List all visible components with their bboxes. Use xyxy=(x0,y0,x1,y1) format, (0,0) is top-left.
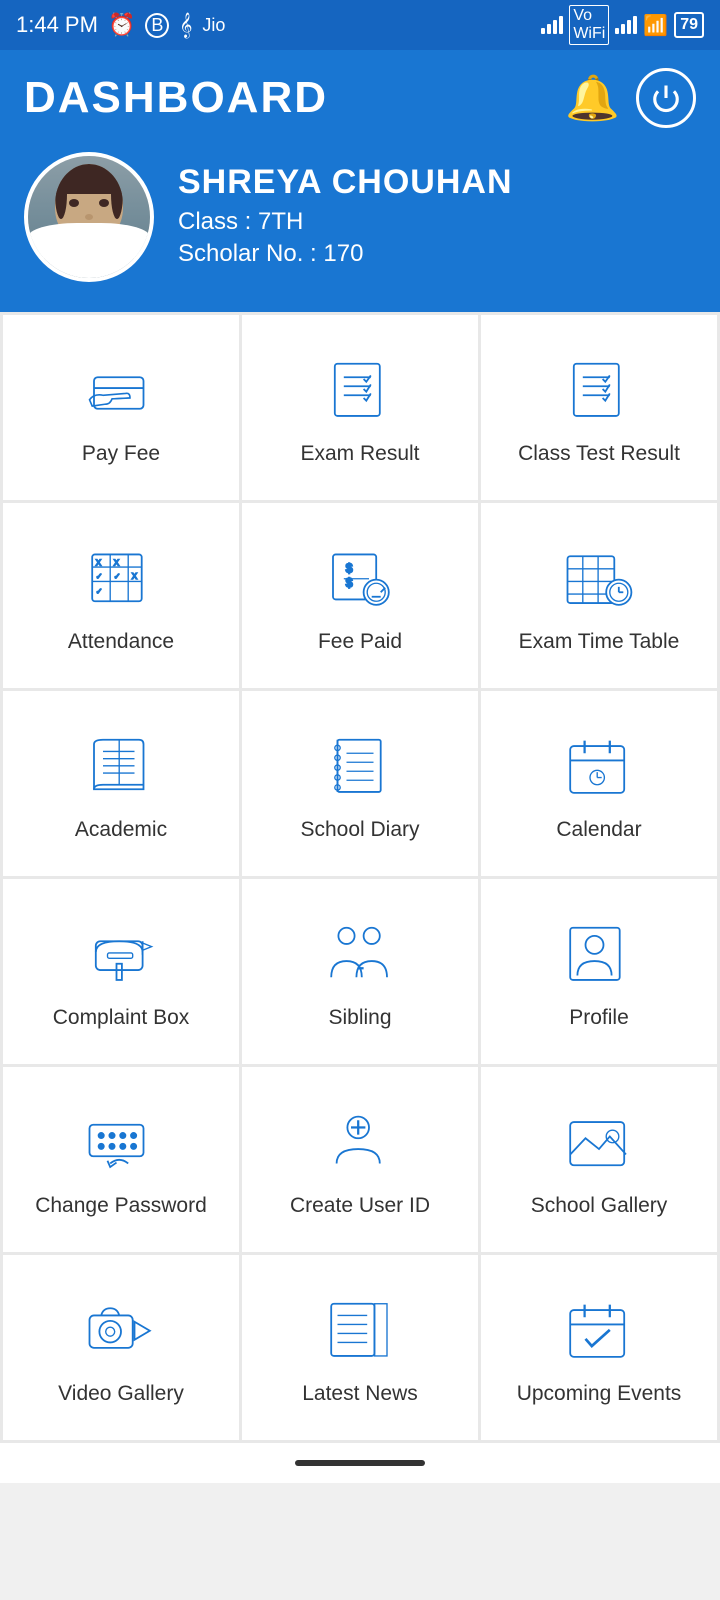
profile-info: SHREYA CHOUHAN Class : 7TH Scholar No. :… xyxy=(178,163,513,272)
pay-fee-icon xyxy=(81,354,161,424)
header-top: DASHBOARD 🔔 xyxy=(24,68,696,128)
upcoming-events-icon xyxy=(559,1294,639,1364)
school-diary-label: School Diary xyxy=(300,816,419,843)
svg-text:$: $ xyxy=(346,562,353,576)
change-password-icon xyxy=(81,1106,161,1176)
attendance-label: Attendance xyxy=(68,628,174,655)
notification-bell-icon[interactable]: 🔔 xyxy=(565,72,620,124)
grid-item-school-gallery[interactable]: School Gallery xyxy=(481,1067,717,1252)
svg-text:✓: ✓ xyxy=(114,572,121,581)
calendar-icon xyxy=(559,730,639,800)
grid-item-complaint-box[interactable]: Complaint Box xyxy=(3,879,239,1064)
dashboard-grid: Pay Fee Exam Result xyxy=(0,312,720,1443)
svg-text:✓: ✓ xyxy=(96,572,103,581)
grid-item-change-password[interactable]: Change Password xyxy=(3,1067,239,1252)
music-icon: 𝄞 xyxy=(179,12,192,38)
create-user-id-icon xyxy=(320,1106,400,1176)
status-left: 1:44 PM ⏰ B 𝄞 Jio xyxy=(16,12,225,38)
profile-scholar: Scholar No. : 170 xyxy=(178,240,513,268)
academic-icon xyxy=(81,730,161,800)
class-test-result-label: Class Test Result xyxy=(518,440,680,467)
avatar xyxy=(24,152,154,282)
profile-class: Class : 7TH xyxy=(178,208,513,236)
grid-item-class-test-result[interactable]: Class Test Result xyxy=(481,315,717,500)
svg-text:$: $ xyxy=(346,576,353,590)
grid-item-fee-paid[interactable]: $ $ Fee Paid xyxy=(242,503,478,688)
time-display: 1:44 PM xyxy=(16,12,98,38)
grid-item-profile[interactable]: Profile xyxy=(481,879,717,1064)
video-gallery-label: Video Gallery xyxy=(58,1380,184,1407)
header: DASHBOARD 🔔 xyxy=(0,50,720,312)
grid-item-create-user-id[interactable]: Create User ID xyxy=(242,1067,478,1252)
latest-news-icon xyxy=(320,1294,400,1364)
dashboard-title: DASHBOARD xyxy=(24,73,328,123)
status-bar: 1:44 PM ⏰ B 𝄞 Jio VoWiFi 📶 79 xyxy=(0,0,720,50)
video-gallery-icon xyxy=(81,1294,161,1364)
school-gallery-label: School Gallery xyxy=(531,1192,668,1219)
create-user-id-label: Create User ID xyxy=(290,1192,430,1219)
complaint-box-icon xyxy=(81,918,161,988)
signal-bars-2 xyxy=(615,16,637,34)
fee-paid-label: Fee Paid xyxy=(318,628,402,655)
header-icons: 🔔 xyxy=(565,68,696,128)
svg-text:X: X xyxy=(114,559,120,568)
fee-paid-icon: $ $ xyxy=(320,542,400,612)
svg-text:X: X xyxy=(96,559,102,568)
grid-item-calendar[interactable]: Calendar xyxy=(481,691,717,876)
power-button[interactable] xyxy=(636,68,696,128)
svg-text:X: X xyxy=(132,572,138,581)
profile-icon xyxy=(559,918,639,988)
calendar-label: Calendar xyxy=(556,816,641,843)
exam-result-label: Exam Result xyxy=(300,440,419,467)
grid-item-school-diary[interactable]: School Diary xyxy=(242,691,478,876)
profile-name: SHREYA CHOUHAN xyxy=(178,163,513,202)
grid-item-pay-fee[interactable]: Pay Fee xyxy=(3,315,239,500)
upcoming-events-label: Upcoming Events xyxy=(517,1380,682,1407)
grid-item-video-gallery[interactable]: Video Gallery xyxy=(3,1255,239,1440)
latest-news-label: Latest News xyxy=(302,1380,418,1407)
profile-section: SHREYA CHOUHAN Class : 7TH Scholar No. :… xyxy=(24,152,696,282)
school-diary-icon xyxy=(320,730,400,800)
grid-item-exam-time-table[interactable]: Exam Time Table xyxy=(481,503,717,688)
home-indicator xyxy=(295,1460,425,1466)
signal-bars xyxy=(541,16,563,34)
bottom-bar xyxy=(0,1443,720,1483)
profile-label: Profile xyxy=(569,1004,629,1031)
sibling-icon xyxy=(320,918,400,988)
grid-item-sibling[interactable]: Sibling xyxy=(242,879,478,1064)
b-icon: B xyxy=(145,13,169,38)
attendance-icon: X X ✓ ✓ X ✓ xyxy=(81,542,161,612)
sibling-label: Sibling xyxy=(328,1004,391,1031)
status-right: VoWiFi 📶 79 xyxy=(541,5,704,45)
grid-item-exam-result[interactable]: Exam Result xyxy=(242,315,478,500)
grid-item-upcoming-events[interactable]: Upcoming Events xyxy=(481,1255,717,1440)
school-gallery-icon xyxy=(559,1106,639,1176)
academic-label: Academic xyxy=(75,816,167,843)
change-password-label: Change Password xyxy=(35,1192,207,1219)
battery-display: 79 xyxy=(674,12,704,38)
grid-item-latest-news[interactable]: Latest News xyxy=(242,1255,478,1440)
exam-time-table-label: Exam Time Table xyxy=(519,628,680,655)
grid-item-academic[interactable]: Academic xyxy=(3,691,239,876)
grid-item-attendance[interactable]: X X ✓ ✓ X ✓ Attendance xyxy=(3,503,239,688)
exam-time-table-icon xyxy=(559,542,639,612)
exam-result-icon xyxy=(320,354,400,424)
alarm-icon: ⏰ xyxy=(108,12,135,38)
vo-wifi-label: VoWiFi xyxy=(569,5,609,45)
class-test-result-icon xyxy=(559,354,639,424)
wifi-icon: 📶 xyxy=(643,13,668,38)
pay-fee-label: Pay Fee xyxy=(82,440,160,467)
complaint-box-label: Complaint Box xyxy=(53,1004,190,1031)
svg-text:✓: ✓ xyxy=(96,587,103,596)
jio-label: Jio xyxy=(202,15,225,36)
